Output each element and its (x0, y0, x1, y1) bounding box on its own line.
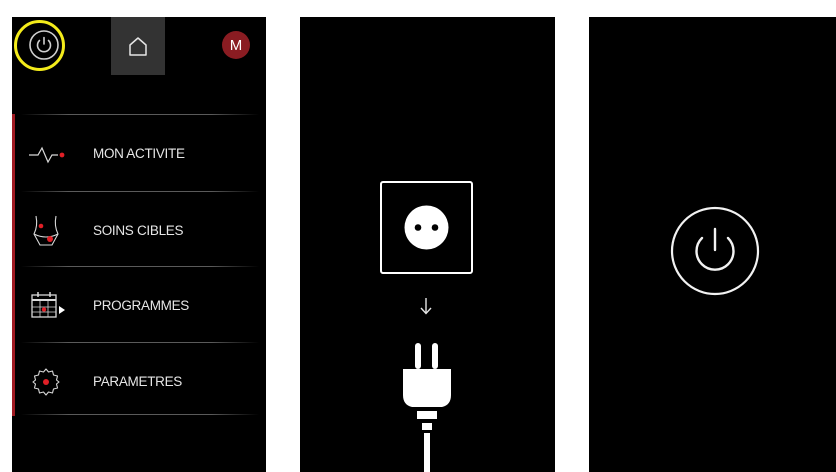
menu-label-programmes: PROGRAMMES (93, 298, 190, 313)
activity-icon (29, 137, 69, 171)
menu-item-soins-cibles[interactable]: SOINS CIBLES (15, 193, 266, 268)
menu-screen: M MON ACTIVITE SOINS CIBLES PROGRAMMES P… (12, 17, 266, 472)
power-button[interactable] (28, 29, 60, 61)
menu-divider (21, 266, 259, 267)
menu-divider (21, 191, 259, 192)
power-icon (29, 30, 59, 60)
calendar-icon (29, 289, 69, 323)
menu-item-programmes[interactable]: PROGRAMMES (15, 268, 266, 343)
gear-icon (29, 365, 69, 399)
avatar[interactable]: M (222, 31, 250, 59)
power-socket-icon (380, 181, 473, 274)
menu-divider (21, 414, 259, 415)
power-plug-icon (396, 339, 458, 472)
menu-divider (21, 342, 259, 343)
menu-item-parametres[interactable]: PARAMETRES (15, 344, 266, 419)
power-on-screen (589, 17, 836, 472)
main-menu: MON ACTIVITE SOINS CIBLES PROGRAMMES PAR… (12, 114, 266, 416)
menu-divider (21, 114, 259, 115)
power-icon (670, 206, 760, 296)
power-button-large[interactable] (669, 205, 761, 297)
menu-label-parametres: PARAMETRES (93, 374, 183, 389)
body-target-icon (29, 214, 69, 248)
home-button[interactable] (111, 17, 165, 75)
arrow-down-icon (413, 293, 439, 319)
menu-label-soins-cibles: SOINS CIBLES (93, 223, 184, 238)
plug-in-screen (300, 17, 555, 472)
avatar-initial: M (229, 36, 243, 54)
menu-item-mon-activite[interactable]: MON ACTIVITE (15, 116, 266, 191)
menu-label-mon-activite: MON ACTIVITE (93, 146, 185, 161)
home-icon (129, 37, 147, 56)
